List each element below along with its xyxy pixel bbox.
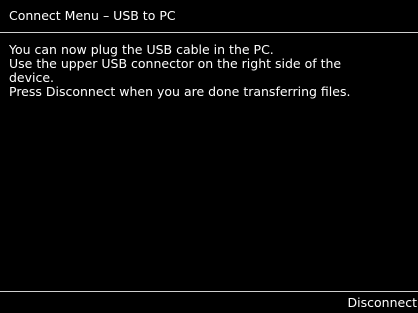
instruction-message: You can now plug the USB cable in the PC… [9, 43, 415, 99]
message-line: Use the upper USB connector on the right… [9, 56, 342, 71]
message-line: device. [9, 70, 55, 85]
softkey-bar: Disconnect [0, 291, 418, 313]
message-line: You can now plug the USB cable in the PC… [9, 42, 274, 57]
disconnect-button[interactable]: Disconnect [348, 295, 417, 310]
title-bar: Connect Menu – USB to PC [0, 0, 418, 33]
message-line: Press Disconnect when you are done trans… [9, 84, 351, 99]
screen-title: Connect Menu – USB to PC [9, 8, 176, 23]
